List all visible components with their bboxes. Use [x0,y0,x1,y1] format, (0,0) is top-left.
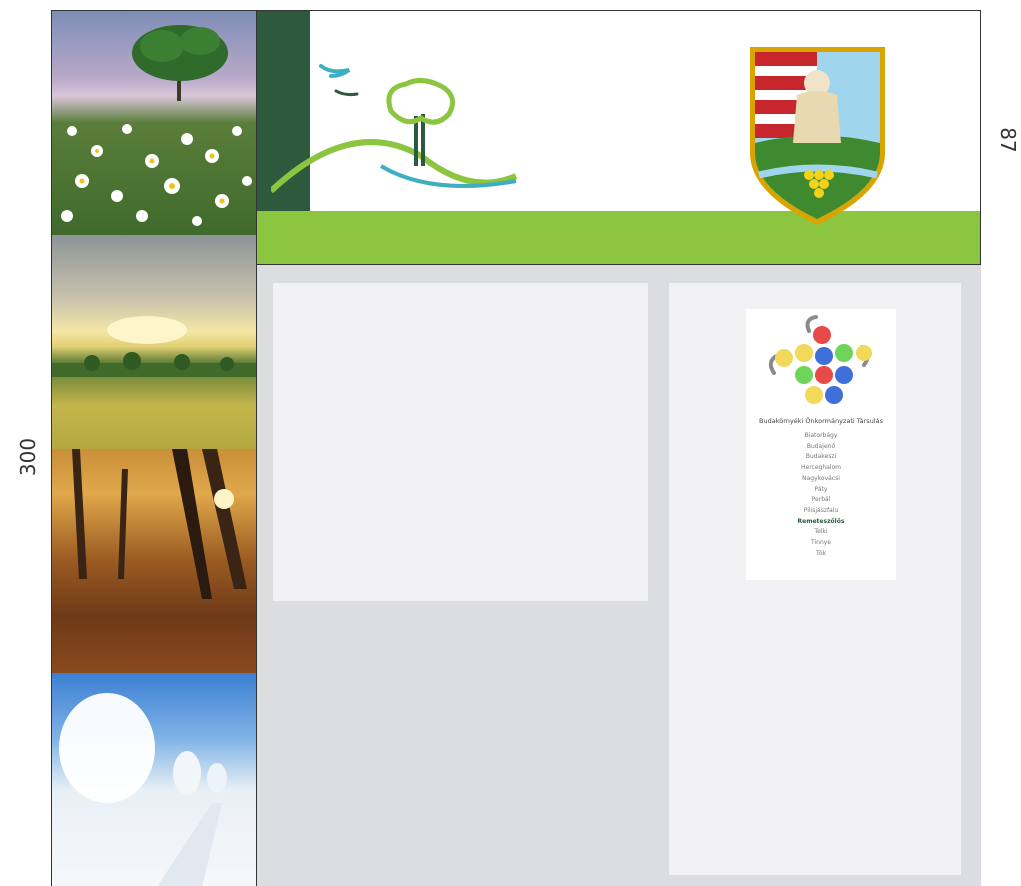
main-content-area: Budakörnyéki Önkormányzati Társulás Biat… [257,265,981,886]
town-link[interactable]: Biatorbágy [746,431,896,442]
town-link[interactable]: Telki [746,527,896,538]
municipal-coat-of-arms-icon [750,47,885,225]
town-link[interactable]: Pilisjászfalu [746,506,896,517]
town-list: Biatorbágy Budajenő Budakeszi Herceghalo… [746,431,896,559]
winter-snow-photo [52,673,256,886]
width-dimension-label: 87 [996,127,1020,153]
town-link-active[interactable]: Remeteszőlős [746,517,896,528]
town-link[interactable]: Perbál [746,495,896,506]
site-header [257,10,981,265]
grape-cluster-logo-icon [768,315,872,404]
daisy-meadow-photo [52,11,256,235]
association-card[interactable]: Budakörnyéki Önkormányzati Társulás Biat… [746,309,896,580]
autumn-forest-photo [52,449,256,673]
sidebar-panel: Budakörnyéki Önkormányzati Társulás Biat… [669,283,961,875]
main-content-panel [273,283,648,601]
wheat-field-sunset-photo [52,235,256,449]
town-link[interactable]: Páty [746,485,896,496]
tree-hill-birds-logo-icon [271,64,518,194]
town-link[interactable]: Nagykovácsi [746,474,896,485]
height-dimension-label: 300 [16,437,40,477]
seasonal-photo-column [51,10,257,886]
town-link[interactable]: Herceghalom [746,463,896,474]
page: 300 87 Budakörnyéki Önkormányzati Társul… [0,0,1021,886]
association-title: Budakörnyéki Önkormányzati Társulás [759,417,883,425]
town-link[interactable]: Tinnye [746,538,896,549]
town-link[interactable]: Tök [746,549,896,560]
town-link[interactable]: Budakeszi [746,452,896,463]
town-link[interactable]: Budajenő [746,442,896,453]
